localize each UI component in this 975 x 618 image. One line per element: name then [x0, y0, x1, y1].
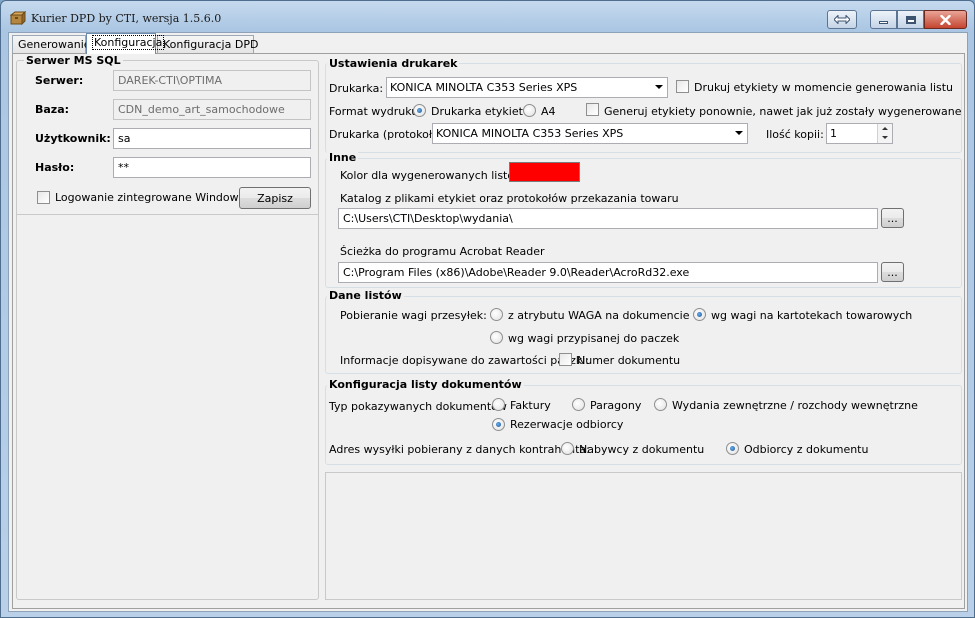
window-title: Kurier DPD by CTI, wersja 1.5.6.0 [31, 12, 222, 25]
protocol-printer-select[interactable]: KONICA MINOLTA C353 Series XPS [432, 123, 748, 144]
type-invoices-radio[interactable] [492, 398, 505, 411]
database-label: Baza: [35, 103, 70, 116]
type-releases-radio[interactable] [654, 398, 667, 411]
acrobat-label: Ścieżka do programu Acrobat Reader [340, 245, 545, 258]
type-receipts-text: Paragony [590, 399, 642, 412]
printer-select[interactable]: KONICA MINOLTA C353 Series XPS [386, 77, 668, 98]
address-buyers-radio[interactable] [561, 442, 574, 455]
tab-konfiguracja-label: Konfiguracja [92, 35, 165, 50]
app-window: Kurier DPD by CTI, wersja 1.5.6.0 Genero… [0, 0, 975, 618]
server-label: Serwer: [35, 74, 84, 87]
color-label: Kolor dla wygenerowanych listów: [340, 169, 527, 182]
doc-type-label: Typ pokazywanych dokumentów [329, 400, 507, 413]
copies-value: 1 [830, 127, 837, 140]
weight-source-label: Pobieranie wagi przesyłek: [340, 309, 487, 322]
dpd-courier-icon [10, 11, 26, 25]
regenerate-labels-checkbox[interactable] [586, 103, 599, 116]
address-source-label: Adres wysyłki pobierany z danych kontrah… [329, 443, 590, 456]
switch-view-button[interactable] [827, 10, 857, 29]
title-bar: Kurier DPD by CTI, wersja 1.5.6.0 [1, 1, 974, 31]
catalog-label: Katalog z plikami etykiet oraz protokołó… [340, 192, 679, 205]
empty-panel [325, 472, 962, 600]
password-label: Hasło: [35, 161, 75, 174]
database-field[interactable]: CDN_demo_art_samochodowe [113, 99, 311, 120]
weight-attr-text: z atrybutu WAGA na dokumencie [508, 309, 690, 322]
print-format-label: Format wydruku: [329, 105, 422, 118]
weight-package-text: wg wagi przypisanej do paczek [508, 332, 680, 345]
package-info-label: Informacje dopisywane do zawartości pacz… [340, 354, 589, 367]
weight-card-text: wg wagi na kartotekach towarowych [711, 309, 913, 322]
protocol-printer-select-value: KONICA MINOLTA C353 Series XPS [436, 127, 624, 140]
windows-auth-label: Logowanie zintegrowane Windows [55, 191, 245, 204]
minimize-button[interactable] [870, 10, 897, 29]
doc-number-checkbox[interactable] [559, 353, 572, 366]
password-field[interactable]: ** [113, 157, 311, 178]
weight-package-radio[interactable] [490, 331, 503, 344]
type-receipts-radio[interactable] [572, 398, 585, 411]
acrobat-browse-button[interactable]: ... [881, 262, 904, 282]
printers-group-title: Ustawienia drukarek [327, 57, 460, 70]
print-on-generate-label: Drukuj etykiety w momencie generowania l… [694, 81, 954, 94]
format-a4-text: A4 [541, 105, 556, 118]
close-button[interactable] [924, 10, 967, 29]
format-a4-radio[interactable] [523, 104, 536, 117]
spin-up-icon [882, 127, 888, 130]
printer-select-value: KONICA MINOLTA C353 Series XPS [390, 81, 578, 94]
acrobat-path-field[interactable]: C:\Program Files (x86)\Adobe\Reader 9.0\… [338, 262, 878, 283]
address-buyers-text: Nabywcy z dokumentu [579, 443, 705, 456]
address-recipients-text: Odbiorcy z dokumentu [744, 443, 869, 456]
weight-card-radio[interactable] [693, 308, 706, 321]
client-area: Generowanie Konfiguracja Konfiguracja DP… [8, 32, 968, 612]
format-label-printer-radio[interactable] [413, 104, 426, 117]
spin-down-icon [882, 136, 888, 139]
other-group-title: Inne [327, 151, 359, 164]
minimize-icon [879, 21, 888, 24]
sql-group-title: Serwer MS SQL [24, 54, 123, 67]
color-swatch-fill [510, 163, 579, 181]
config-tab-page: Serwer MS SQL Serwer: DAREK-CTI\OPTIMA B… [12, 53, 965, 609]
tab-konfiguracja-dpd[interactable]: Konfiguracja DPD [157, 35, 258, 54]
address-recipients-radio[interactable] [726, 442, 739, 455]
chevron-down-icon [655, 85, 663, 89]
close-icon [940, 14, 951, 25]
weight-attr-radio[interactable] [490, 308, 503, 321]
tab-generowanie[interactable]: Generowanie [12, 35, 91, 54]
catalog-browse-button[interactable]: ... [881, 208, 904, 228]
color-swatch[interactable] [509, 162, 580, 182]
protocol-printer-label: Drukarka (protokoły): [329, 128, 447, 141]
doc-number-label: Numer dokumentu [577, 354, 681, 367]
maximize-icon [905, 15, 916, 24]
server-field[interactable]: DAREK-CTI\OPTIMA [113, 70, 311, 91]
letters-group-title: Dane listów [327, 289, 404, 302]
chevron-down-icon [735, 131, 743, 135]
maximize-button[interactable] [897, 10, 924, 29]
type-reservations-text: Rezerwacje odbiorcy [510, 418, 624, 431]
windows-auth-checkbox[interactable] [37, 191, 50, 204]
regenerate-labels-label: Generuj etykiety ponownie, nawet jak już… [604, 105, 962, 118]
sql-panel-divider [17, 214, 318, 215]
user-field[interactable]: sa [113, 128, 311, 149]
spin-control[interactable] [877, 124, 892, 143]
type-invoices-text: Faktury [510, 399, 551, 412]
doclist-group-title: Konfiguracja listy dokumentów [327, 378, 524, 391]
tab-konfiguracja[interactable]: Konfiguracja [86, 33, 165, 54]
double-arrow-icon [834, 15, 850, 24]
type-releases-text: Wydania zewnętrzne / rozchody wewnętrzne [672, 399, 918, 412]
printer-label: Drukarka: [329, 82, 384, 95]
copies-label: Ilość kopii: [766, 128, 824, 141]
format-label-printer-text: Drukarka etykiet [431, 105, 523, 118]
type-reservations-radio[interactable] [492, 418, 505, 431]
user-label: Użytkownik: [35, 132, 111, 145]
copies-stepper[interactable]: 1 [826, 123, 893, 144]
print-on-generate-checkbox[interactable] [676, 80, 689, 93]
save-button[interactable]: Zapisz [239, 187, 311, 209]
catalog-path-field[interactable]: C:\Users\CTI\Desktop\wydania\ [338, 208, 878, 229]
